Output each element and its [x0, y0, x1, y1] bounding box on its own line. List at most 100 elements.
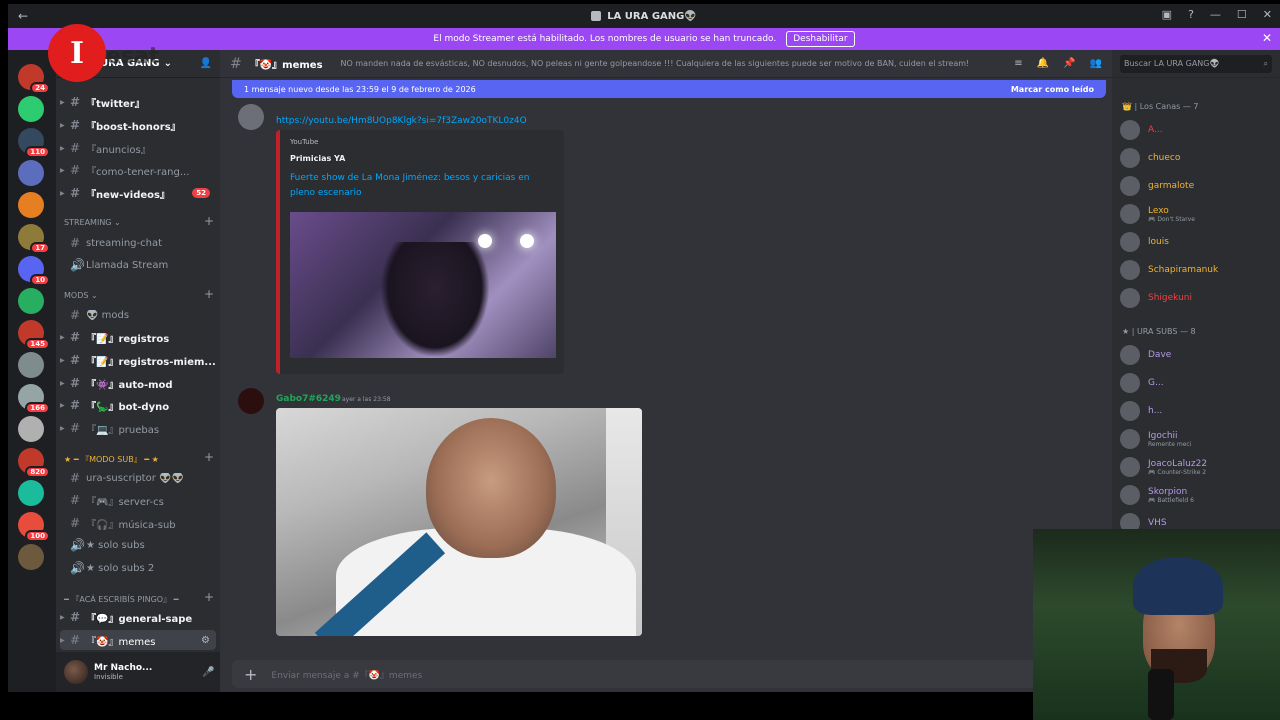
- maximize-button[interactable]: ☐: [1237, 8, 1247, 21]
- member-item[interactable]: Dave: [1120, 342, 1280, 368]
- member-item[interactable]: Schapiramanuk: [1120, 257, 1280, 283]
- member-item[interactable]: louis: [1120, 229, 1280, 255]
- channel-label: ★ solo subs: [86, 539, 145, 551]
- member-item[interactable]: A...: [1120, 117, 1280, 143]
- video-thumbnail[interactable]: [290, 212, 556, 358]
- threads-icon[interactable]: ≡: [1014, 58, 1022, 69]
- message-image[interactable]: [276, 408, 642, 636]
- channel-twitter[interactable]: ▶ # 『twitter』: [60, 92, 216, 112]
- member-item[interactable]: Igochii Remente meci: [1120, 426, 1280, 452]
- channel-anuncios[interactable]: ▶ # 『anuncios』: [60, 138, 216, 158]
- member-name: louis: [1148, 237, 1169, 247]
- server-icon[interactable]: 10: [18, 256, 50, 286]
- member-list-icon[interactable]: 👥: [1090, 58, 1102, 69]
- message-composer[interactable]: + Enviar mensaje a #『🤡』memes 🎁 ▤: [232, 660, 1100, 688]
- embed-title[interactable]: Fuerte show de La Mona Jiménez: besos y …: [290, 171, 554, 201]
- server-icon[interactable]: [18, 160, 44, 186]
- member-item[interactable]: Skorpion 🎮 Battlefield 6: [1120, 482, 1280, 508]
- channel-memes[interactable]: ▶ # 『🤡』memes ⚙: [60, 630, 216, 650]
- embed-author[interactable]: Primicias YA: [290, 154, 554, 163]
- channel-musica-sub[interactable]: # 『🎧』música-sub: [60, 513, 216, 533]
- voice-channel-solo-subs[interactable]: 🔊 ★ solo subs: [60, 535, 216, 555]
- member-item[interactable]: h...: [1120, 398, 1280, 424]
- server-icon[interactable]: 24: [18, 64, 50, 94]
- server-icon[interactable]: 17: [18, 224, 50, 254]
- channel-label: 『anuncios』: [86, 144, 151, 156]
- composer-placeholder[interactable]: Enviar mensaje a #『🤡』memes: [271, 668, 422, 681]
- channel-general-sape[interactable]: ▶ # 『💬』general-sape: [60, 607, 216, 627]
- server-icon[interactable]: [18, 544, 44, 570]
- server-icon[interactable]: [18, 96, 44, 122]
- member-name: Shigekuni: [1148, 293, 1193, 303]
- server-icon[interactable]: [18, 288, 44, 314]
- member-item[interactable]: chueco: [1120, 145, 1280, 171]
- channel-topic[interactable]: NO manden nada de esvásticas, NO desnudo…: [341, 59, 970, 68]
- minimize-button[interactable]: —: [1210, 8, 1221, 21]
- add-attachment-icon[interactable]: +: [244, 665, 257, 684]
- server-icon[interactable]: 100: [18, 512, 50, 542]
- video-subjects: [380, 242, 490, 358]
- avatar: [1120, 176, 1140, 196]
- avatar[interactable]: [238, 388, 264, 414]
- voice-channel-llamada-stream[interactable]: 🔊 Llamada Stream: [60, 255, 216, 275]
- back-arrow-icon[interactable]: ←: [18, 9, 28, 23]
- member-activity: 🎮 Counter-Strike 2: [1148, 468, 1207, 476]
- window-title-text: LA URA GANG👽: [607, 10, 697, 22]
- search-input[interactable]: Buscar LA URA GANG👽 ⌕: [1120, 54, 1272, 73]
- banner-close-icon[interactable]: ✕: [1262, 31, 1272, 45]
- channel-server-cs[interactable]: # 『🎮』server-cs: [60, 490, 216, 510]
- message-author[interactable]: Gabo7#6249: [276, 394, 341, 404]
- channel-pruebas[interactable]: ▶ # 『💻』pruebas: [60, 418, 216, 438]
- avatar: [1120, 232, 1140, 252]
- inbox-icon[interactable]: ▣: [1162, 8, 1172, 21]
- add-channel-icon[interactable]: +: [204, 450, 214, 464]
- server-icon[interactable]: 110: [18, 128, 50, 158]
- gear-icon[interactable]: ⚙: [201, 635, 210, 646]
- add-channel-icon[interactable]: +: [204, 287, 214, 301]
- avatar[interactable]: [64, 660, 88, 684]
- server-icon[interactable]: [18, 480, 44, 506]
- message-timestamp: ayer a las 23:58: [342, 396, 391, 403]
- channel-mods[interactable]: # 👽 mods: [60, 305, 216, 325]
- voice-channel-solo-subs-2[interactable]: 🔊 ★ solo subs 2: [60, 558, 216, 578]
- new-messages-bar[interactable]: 1 mensaje nuevo desde las 23:59 el 9 de …: [232, 80, 1106, 98]
- channel-registros[interactable]: ▶ # 『📝』registros: [60, 327, 216, 347]
- channel-auto-mod[interactable]: ▶ # 『👾』auto-mod: [60, 373, 216, 393]
- category-aca-escribis[interactable]: ━ 『acá escribís pingo』 ━: [64, 594, 178, 605]
- close-window-button[interactable]: ✕: [1263, 8, 1272, 21]
- pin-icon[interactable]: 📌: [1063, 58, 1075, 69]
- channel-label: 『como-tener-rang...: [86, 166, 190, 178]
- add-channel-icon[interactable]: +: [204, 590, 214, 604]
- microphone-icon[interactable]: 🎤: [202, 667, 214, 678]
- channel-new-videos[interactable]: ▶ # 『new-videos』 52: [60, 183, 216, 203]
- server-icon[interactable]: 145: [18, 320, 50, 350]
- channel-registros-miembros[interactable]: ▶ # 『📝』registros-miem...: [60, 350, 216, 370]
- mark-as-read-button[interactable]: Marcar como leído: [1011, 85, 1094, 94]
- add-channel-icon[interactable]: +: [204, 214, 214, 228]
- category-mods[interactable]: mods ⌄: [64, 291, 98, 300]
- server-icon[interactable]: 166: [18, 384, 50, 414]
- channel-bot-dyno[interactable]: ▶ # 『🦕』bot-dyno: [60, 395, 216, 415]
- member-item[interactable]: JoacoLaluz22 🎮 Counter-Strike 2: [1120, 454, 1280, 480]
- avatar[interactable]: [238, 104, 264, 130]
- channel-como-tener-rango[interactable]: ▶ # 『como-tener-rang...: [60, 160, 216, 180]
- channel-boost-honors[interactable]: ▶ # 『boost-honors』: [60, 115, 216, 135]
- server-icon[interactable]: [18, 416, 44, 442]
- server-icon[interactable]: [18, 352, 44, 378]
- disable-streamer-button[interactable]: Deshabilitar: [786, 31, 855, 47]
- server-icon[interactable]: 820: [18, 448, 50, 478]
- channel-streaming-chat[interactable]: # streaming-chat: [60, 233, 216, 253]
- message-link[interactable]: https://youtu.be/Hm8UOp8Klgk?si=7f3Zaw20…: [276, 116, 527, 126]
- help-icon[interactable]: ?: [1188, 8, 1194, 21]
- bell-icon[interactable]: 🔔: [1037, 58, 1049, 69]
- member-item[interactable]: G...: [1120, 370, 1280, 396]
- channel-ura-suscriptor[interactable]: # ura-suscriptor 👽👽: [60, 468, 216, 488]
- category-modo-sub[interactable]: ★ ━ 『MODO SUB』 ━ ★: [64, 454, 159, 465]
- member-item[interactable]: garmalote: [1120, 173, 1280, 199]
- member-item[interactable]: Shigekuni: [1120, 285, 1280, 311]
- server-icon[interactable]: [18, 192, 44, 218]
- member-item[interactable]: Lexo 🎮 Don't Starve: [1120, 201, 1280, 227]
- add-member-icon[interactable]: 👤: [200, 58, 212, 69]
- category-streaming[interactable]: STREAMING ⌄: [64, 218, 121, 227]
- channel-label: 『new-videos』: [86, 189, 170, 201]
